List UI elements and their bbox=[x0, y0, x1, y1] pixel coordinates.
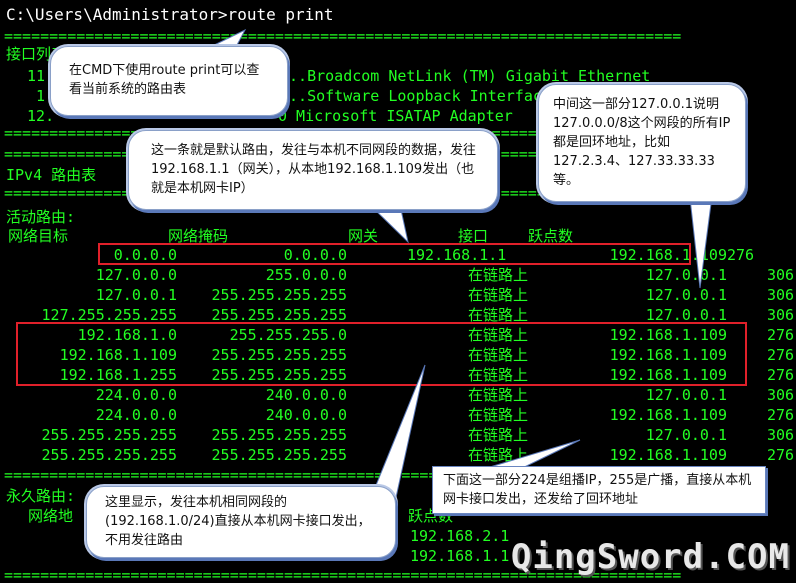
callout-loopback: 中间这一部分127.0.0.1说明127.0.0.0/8这个网段的所有IP都是回… bbox=[538, 84, 746, 202]
callout-route-print: 在CMD下使用route print可以查看当前系统的路由表 bbox=[50, 46, 288, 116]
callout-local-subnet: 这里显示，发往本机相同网段的(192.168.1.0/24)直接从本机网卡接口发… bbox=[86, 486, 396, 558]
watermark: QingSword.COM bbox=[510, 537, 790, 577]
callout-multicast-broadcast: 下面这一部分224是组播IP，255是广播，直接从本机网卡接口发出，还发给了回环… bbox=[432, 466, 766, 514]
callout-default-route: 这一条就是默认路由，发往与本机不同网段的数据，发往192.168.1.1（网关）… bbox=[128, 130, 498, 210]
